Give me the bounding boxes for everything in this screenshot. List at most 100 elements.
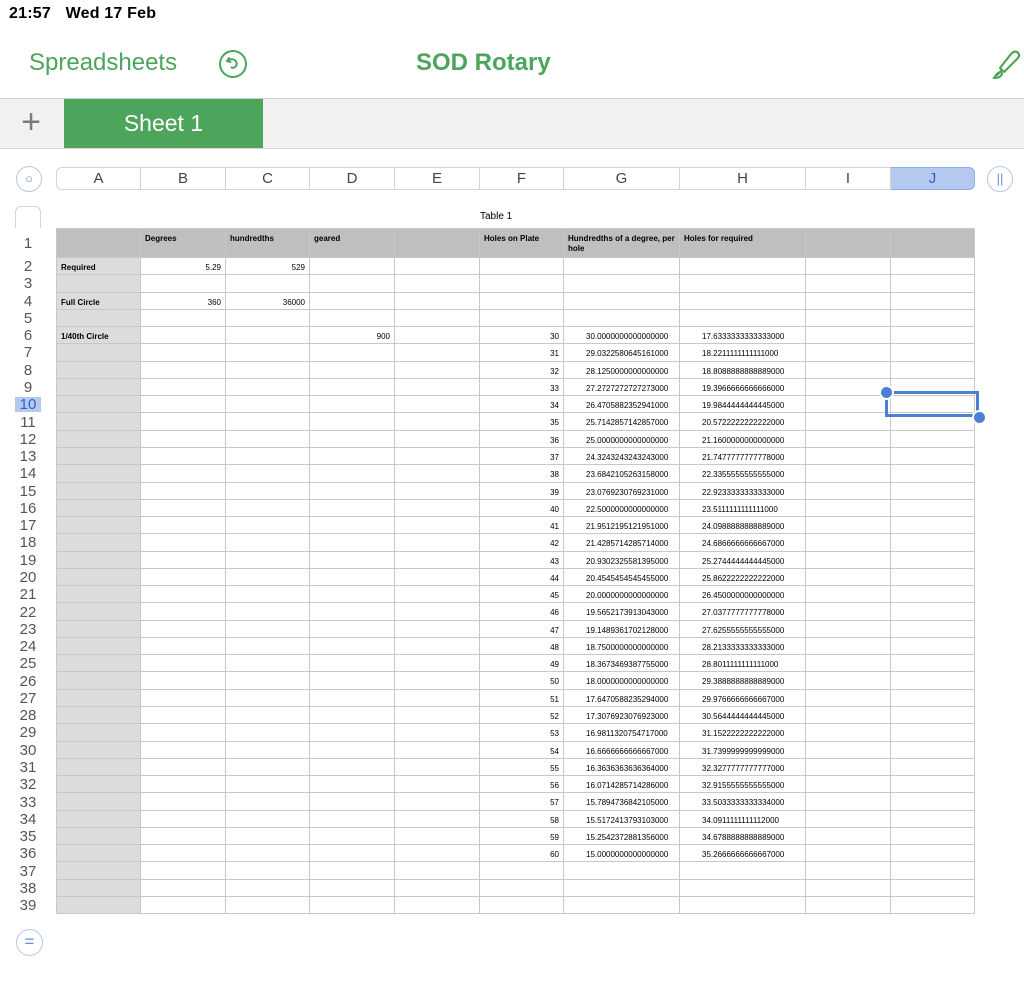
cell-d12[interactable] <box>310 430 395 448</box>
cell-c32[interactable] <box>226 776 310 794</box>
cell-i38[interactable] <box>806 879 891 897</box>
cell-f38[interactable] <box>480 879 564 897</box>
cell-h31[interactable]: 32.3277777777777000 <box>680 758 806 777</box>
cell-i17[interactable] <box>806 517 891 535</box>
cell-b5[interactable] <box>141 309 226 328</box>
cell-i27[interactable] <box>806 689 891 708</box>
cell-d21[interactable] <box>310 586 395 604</box>
cell-e32[interactable] <box>395 776 480 794</box>
cell-i6[interactable] <box>806 327 891 345</box>
cell-f29[interactable]: 53 <box>480 724 564 742</box>
cell-j16[interactable] <box>891 499 975 518</box>
cell-i14[interactable] <box>806 465 891 483</box>
cell-d7[interactable] <box>310 344 395 362</box>
cell-h3[interactable] <box>680 275 806 293</box>
row-header-4[interactable]: 4 <box>15 294 41 309</box>
cell-g15[interactable]: 23.0769230769231000 <box>564 482 680 500</box>
cell-e34[interactable] <box>395 810 480 828</box>
cell-h35[interactable]: 34.6788888888889000 <box>680 827 806 846</box>
cell-e17[interactable] <box>395 517 480 535</box>
cell-a23[interactable] <box>56 620 141 638</box>
paintbrush-icon[interactable] <box>990 48 1024 82</box>
cell-g30[interactable]: 16.6666666666667000 <box>564 741 680 759</box>
cell-d22[interactable] <box>310 603 395 621</box>
cell-h39[interactable] <box>680 896 806 915</box>
cell-c29[interactable] <box>226 724 310 742</box>
cell-h12[interactable]: 21.1600000000000000 <box>680 430 806 448</box>
cell-f19[interactable]: 43 <box>480 551 564 569</box>
cell-e37[interactable] <box>395 862 480 880</box>
cell-e7[interactable] <box>395 344 480 362</box>
cell-c39[interactable] <box>226 896 310 915</box>
row-header-12[interactable]: 12 <box>15 432 41 447</box>
cell-c5[interactable] <box>226 309 310 328</box>
cell-c11[interactable] <box>226 413 310 431</box>
row-header-38[interactable]: 38 <box>15 881 41 896</box>
cell-h5[interactable] <box>680 309 806 328</box>
cell-e22[interactable] <box>395 603 480 621</box>
cell-b8[interactable] <box>141 361 226 379</box>
cell-j15[interactable] <box>891 482 975 500</box>
column-header-g[interactable]: G <box>564 167 680 190</box>
cell-j17[interactable] <box>891 517 975 535</box>
cell-e26[interactable] <box>395 672 480 690</box>
cell-d4[interactable] <box>310 292 395 310</box>
cell-j12[interactable] <box>891 430 975 448</box>
cell-b12[interactable] <box>141 430 226 448</box>
row-header-28[interactable]: 28 <box>15 708 41 723</box>
cell-b11[interactable] <box>141 413 226 431</box>
row-header-25[interactable]: 25 <box>15 656 41 671</box>
cell-i8[interactable] <box>806 361 891 379</box>
cell-h34[interactable]: 34.0911111111112000 <box>680 810 806 828</box>
freeze-columns-icon[interactable]: || <box>987 166 1013 192</box>
cell-d2[interactable] <box>310 258 395 276</box>
cell-g11[interactable]: 25.7142857142857000 <box>564 413 680 431</box>
header-cell-a[interactable] <box>56 228 141 258</box>
cell-c27[interactable] <box>226 689 310 708</box>
cell-d27[interactable] <box>310 689 395 708</box>
cell-a30[interactable] <box>56 741 141 759</box>
row-header-5[interactable]: 5 <box>15 311 41 326</box>
cell-a27[interactable] <box>56 689 141 708</box>
cell-j20[interactable] <box>891 568 975 587</box>
cell-i34[interactable] <box>806 810 891 828</box>
cell-i11[interactable] <box>806 413 891 431</box>
selection-handle-top-left[interactable] <box>879 385 894 400</box>
cell-d29[interactable] <box>310 724 395 742</box>
cell-g7[interactable]: 29.0322580645161000 <box>564 344 680 362</box>
row-header-13[interactable]: 13 <box>15 449 41 464</box>
row-header-11[interactable]: 11 <box>15 415 41 430</box>
cell-h36[interactable]: 35.2666666666667000 <box>680 845 806 863</box>
cell-e15[interactable] <box>395 482 480 500</box>
column-header-f[interactable]: F <box>480 167 564 190</box>
row-header-16[interactable]: 16 <box>15 501 41 516</box>
cell-f30[interactable]: 54 <box>480 741 564 759</box>
cell-h9[interactable]: 19.3966666666666000 <box>680 378 806 397</box>
cell-a9[interactable] <box>56 378 141 397</box>
cell-a20[interactable] <box>56 568 141 587</box>
column-header-d[interactable]: D <box>310 167 395 190</box>
cell-i16[interactable] <box>806 499 891 518</box>
column-header-i[interactable]: I <box>806 167 891 190</box>
cell-i31[interactable] <box>806 758 891 777</box>
cell-d23[interactable] <box>310 620 395 638</box>
cell-g32[interactable]: 16.0714285714286000 <box>564 776 680 794</box>
cell-i12[interactable] <box>806 430 891 448</box>
cell-c34[interactable] <box>226 810 310 828</box>
header-cell-i[interactable] <box>806 228 891 258</box>
cell-j30[interactable] <box>891 741 975 759</box>
cell-f35[interactable]: 59 <box>480 827 564 846</box>
row-header-21[interactable]: 21 <box>15 587 41 602</box>
cell-g23[interactable]: 19.1489361702128000 <box>564 620 680 638</box>
cell-d37[interactable] <box>310 862 395 880</box>
cell-a39[interactable] <box>56 896 141 915</box>
selected-cell-j10[interactable] <box>885 391 979 417</box>
cell-e36[interactable] <box>395 845 480 863</box>
cell-a14[interactable] <box>56 465 141 483</box>
cell-a32[interactable] <box>56 776 141 794</box>
cell-c14[interactable] <box>226 465 310 483</box>
cell-j22[interactable] <box>891 603 975 621</box>
cell-b10[interactable] <box>141 396 226 414</box>
cell-c10[interactable] <box>226 396 310 414</box>
cell-j7[interactable] <box>891 344 975 362</box>
